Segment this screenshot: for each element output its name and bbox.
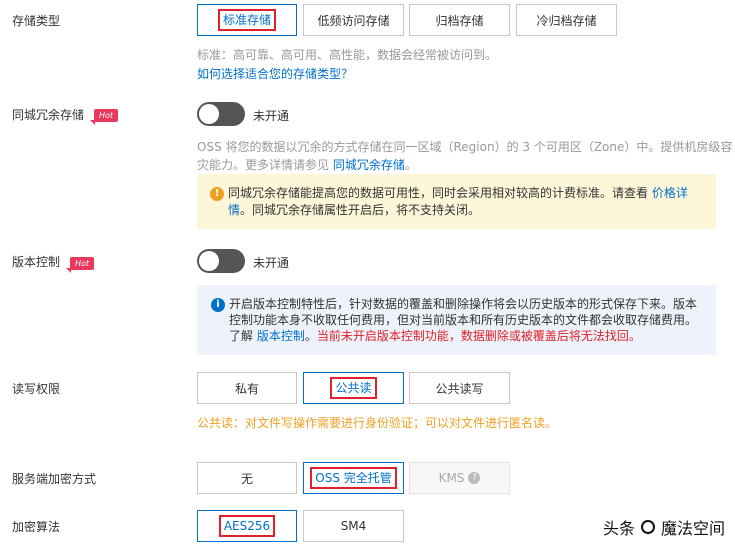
help-icon[interactable]: ? — [468, 472, 481, 484]
zone-redundancy-toggle[interactable] — [197, 102, 245, 126]
watermark-text: 魔法空间 — [660, 519, 725, 538]
option-cold-archive-storage[interactable]: 冷归档存储 — [516, 4, 617, 36]
option-private-text: 私有 — [234, 381, 259, 396]
versioning-tip-line3: 了解 版本控制。当前未开启版本控制功能，数据删除或被覆盖后将无法找回。 — [229, 327, 641, 345]
toggle-knob — [199, 251, 219, 271]
info-icon: i — [211, 298, 225, 312]
tip-mid: 。 — [304, 329, 317, 343]
option-infrequent-access-text: 低频访问存储 — [317, 13, 390, 28]
tip-text: 同城冗余存储能提高您的数据可用性，同时会采用相对较高的计费标准。请查看 — [228, 186, 652, 200]
encryption-label: 服务端加密方式 — [12, 472, 97, 486]
desc-suffix: 。 — [404, 158, 417, 172]
option-oss-managed-text: OSS 完全托管 — [310, 467, 397, 489]
tip-text-2: 。同城冗余存储属性开启后，将不支持关闭。 — [240, 203, 481, 217]
versioning-label: 版本控制 — [12, 255, 61, 269]
option-oss-managed[interactable]: OSS 完全托管 — [303, 462, 404, 494]
option-cold-archive-text: 冷归档存储 — [536, 13, 597, 28]
tip-prefix: 了解 — [229, 329, 257, 343]
toggle-knob — [199, 104, 219, 124]
option-aes256-text: AES256 — [218, 515, 276, 537]
option-archive-text: 归档存储 — [435, 13, 484, 28]
zone-redundancy-label: 同城冗余存储 — [12, 108, 85, 122]
warning-icon: ! — [210, 187, 224, 201]
option-public-read-write-text: 公共读写 — [435, 381, 484, 396]
acl-help: 公共读：对文件写操作需要进行身份验证；可以对文件进行匿名读。 — [197, 416, 558, 430]
versioning-status: 未开通 — [253, 256, 290, 270]
watermark: 头条 魔法空间 — [603, 515, 725, 539]
option-private[interactable]: 私有 — [197, 372, 297, 404]
option-sm4[interactable]: SM4 — [303, 510, 404, 542]
option-public-read[interactable]: 公共读 — [303, 372, 404, 404]
hot-badge: Hot — [89, 107, 119, 125]
algorithm-label: 加密算法 — [12, 520, 61, 534]
storage-class-label: 存储类型 — [12, 14, 61, 28]
desc-prefix: 灾能力。更多详情请参见 — [197, 158, 333, 172]
hot-badge-text: Hot — [89, 109, 119, 125]
hot-badge-text: Hot — [65, 257, 95, 273]
option-kms: KMS? — [409, 462, 510, 494]
option-sm4-text: SM4 — [340, 519, 367, 533]
option-infrequent-access-storage[interactable]: 低频访问存储 — [303, 4, 404, 36]
zone-redundancy-tip-line2: 情。同城冗余存储属性开启后，将不支持关闭。 — [228, 201, 480, 219]
watermark-prefix: 头条 — [602, 519, 635, 538]
option-no-encryption-text: 无 — [240, 471, 253, 486]
watermark-dot-icon — [640, 520, 655, 534]
option-public-read-write[interactable]: 公共读写 — [409, 372, 510, 404]
option-kms-text: KMS — [438, 471, 465, 485]
storage-class-help: 标准：高可靠、高可用、高性能，数据会经常被访问到。 — [197, 48, 498, 62]
zone-redundancy-desc-line2: 灾能力。更多详情请参见 同城冗余存储。 — [197, 156, 417, 173]
option-standard-storage[interactable]: 标准存储 — [197, 4, 297, 36]
zone-redundancy-doc-link[interactable]: 同城冗余存储 — [333, 158, 405, 172]
option-public-read-text: 公共读 — [330, 377, 377, 399]
zone-redundancy-tip-line1: 同城冗余存储能提高您的数据可用性，同时会采用相对较高的计费标准。请查看 价格详 — [228, 184, 688, 202]
storage-class-guide-link[interactable]: 如何选择适合您的存储类型？ — [197, 65, 353, 82]
zone-redundancy-desc-line1: OSS 将您的数据以冗余的方式存储在同一区域（Region）的 3 个可用区（Z… — [197, 140, 733, 154]
versioning-doc-link[interactable]: 版本控制 — [257, 329, 305, 343]
hot-badge: Hot — [65, 255, 95, 273]
pricing-link-cont[interactable]: 情 — [228, 203, 240, 217]
pricing-link[interactable]: 价格详 — [652, 186, 688, 200]
versioning-toggle[interactable] — [197, 249, 245, 273]
option-no-encryption[interactable]: 无 — [197, 462, 297, 494]
versioning-warning: 当前未开启版本控制功能，数据删除或被覆盖后将无法找回。 — [316, 329, 641, 343]
option-standard-storage-text: 标准存储 — [217, 9, 276, 31]
option-aes256[interactable]: AES256 — [197, 510, 297, 542]
option-archive-storage[interactable]: 归档存储 — [409, 4, 510, 36]
zone-redundancy-status: 未开通 — [253, 109, 290, 123]
acl-label: 读写权限 — [12, 382, 61, 396]
